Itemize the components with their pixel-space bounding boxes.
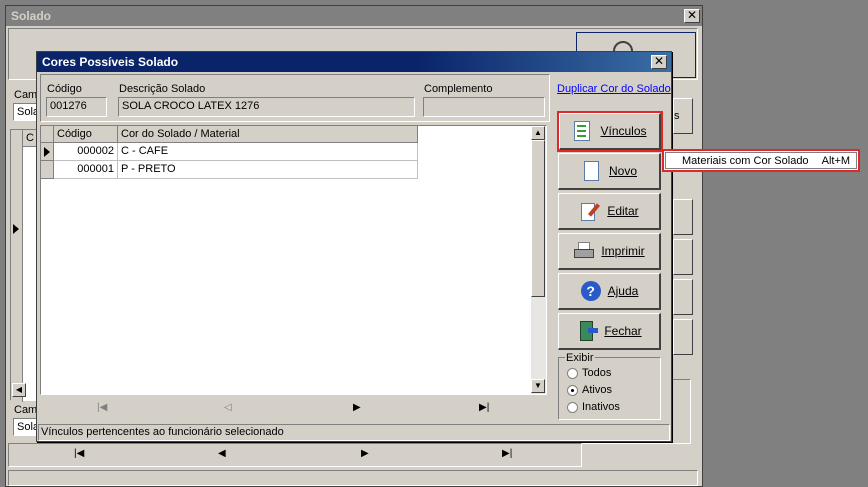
fechar-label: Fechar bbox=[604, 324, 642, 338]
bg-nav-first-button[interactable]: |◀ bbox=[74, 448, 84, 459]
bg-status-bar bbox=[8, 470, 698, 486]
help-icon: ? bbox=[580, 280, 602, 302]
radio-todos[interactable]: Todos bbox=[567, 367, 611, 379]
novo-label: Novo bbox=[608, 164, 637, 178]
row-indicator bbox=[41, 161, 54, 179]
complemento-label: Complemento bbox=[424, 83, 493, 95]
bg-nav-bar bbox=[8, 443, 582, 467]
codigo-field: 001276 bbox=[46, 97, 107, 117]
radio-inativos[interactable]: Inativos bbox=[567, 401, 620, 413]
grid-header-codigo[interactable]: Código bbox=[54, 126, 118, 143]
codigo-value: 001276 bbox=[50, 100, 87, 112]
radio-ativos-label: Ativos bbox=[582, 384, 612, 396]
dialog-titlebar: Cores Possíveis Solado bbox=[37, 52, 671, 72]
row-indicator bbox=[41, 143, 54, 161]
radio-ativos-icon bbox=[567, 384, 578, 396]
codigo-label: Código bbox=[47, 83, 82, 95]
checklist-icon bbox=[572, 120, 594, 142]
bg-partial-button-label: s bbox=[674, 110, 680, 122]
bg-nav-prev-button[interactable]: ◀ bbox=[218, 448, 226, 459]
dialog-title: Cores Possíveis Solado bbox=[42, 55, 179, 69]
descricao-value: SOLA CROCO LATEX 1276 bbox=[122, 100, 260, 112]
cores-grid[interactable]: Código Cor do Solado / Material 000002 C… bbox=[40, 125, 547, 395]
grid-header-cor[interactable]: Cor do Solado / Material bbox=[118, 126, 418, 143]
close-icon: ✕ bbox=[653, 54, 665, 68]
exit-door-icon bbox=[576, 320, 599, 342]
table-row-1-cor[interactable]: C - CAFE bbox=[118, 143, 418, 161]
nav-last-button[interactable]: ▶| bbox=[479, 402, 489, 413]
cores-dialog: Cores Possíveis Solado ✕ Código 001276 D… bbox=[36, 51, 672, 442]
table-row-2-cor[interactable]: P - PRETO bbox=[118, 161, 418, 179]
radio-todos-icon bbox=[567, 367, 578, 379]
radio-ativos[interactable]: Ativos bbox=[567, 384, 612, 396]
table-row-2-codigo[interactable]: 000001 bbox=[54, 161, 118, 179]
scroll-up-button[interactable]: ▲ bbox=[531, 126, 545, 140]
imprimir-label: Imprimir bbox=[601, 244, 645, 258]
descricao-label: Descrição Solado bbox=[119, 83, 206, 95]
complemento-field bbox=[423, 97, 545, 117]
row-pointer-icon bbox=[44, 147, 50, 157]
close-icon: ✕ bbox=[686, 8, 698, 22]
table-row-1-codigo[interactable]: 000002 bbox=[54, 143, 118, 161]
descricao-field: SOLA CROCO LATEX 1276 bbox=[118, 97, 415, 117]
editar-button[interactable]: Editar bbox=[558, 193, 661, 230]
popup-menu-item-materiais[interactable]: Materiais com Cor Solado Alt+M bbox=[665, 152, 857, 169]
novo-button[interactable]: Novo bbox=[558, 153, 661, 190]
scroll-thumb[interactable] bbox=[531, 140, 545, 297]
bg-scroll-left-button[interactable]: ◀ bbox=[12, 383, 26, 397]
bg-partial-button-1[interactable]: s bbox=[673, 98, 693, 134]
edit-pencil-icon bbox=[579, 200, 601, 222]
vinculos-label: Vínculos bbox=[600, 124, 647, 138]
printer-icon bbox=[573, 240, 595, 262]
bg-partial-button-4[interactable] bbox=[673, 279, 693, 315]
bg-window-title: Solado bbox=[11, 9, 52, 23]
bg-close-button[interactable]: ✕ bbox=[684, 9, 700, 23]
editar-label: Editar bbox=[607, 204, 639, 218]
status-text: Vínculos pertencentes ao funcionário sel… bbox=[41, 426, 284, 438]
fechar-button[interactable]: Fechar bbox=[558, 313, 661, 350]
bg-field-label-1: Cam bbox=[14, 89, 38, 101]
bg-nav-last-button[interactable]: ▶| bbox=[502, 448, 512, 459]
dialog-status-bar: Vínculos pertencentes ao funcionário sel… bbox=[38, 424, 670, 441]
nav-next-button[interactable]: ▶ bbox=[353, 402, 361, 413]
popup-menu-item-label: Materiais com Cor Solado bbox=[682, 155, 809, 167]
row-pointer-icon bbox=[13, 224, 19, 234]
bg-partial-button-2[interactable] bbox=[673, 199, 693, 235]
popup-menu-item-shortcut: Alt+M bbox=[821, 155, 851, 167]
exibir-legend: Exibir bbox=[565, 352, 595, 364]
nav-prev-button[interactable]: ◁ bbox=[224, 402, 232, 413]
imprimir-button[interactable]: Imprimir bbox=[558, 233, 661, 270]
bg-partial-button-5[interactable] bbox=[673, 319, 693, 355]
bg-field-label-2: Cam bbox=[14, 404, 38, 416]
radio-todos-label: Todos bbox=[582, 367, 612, 379]
radio-inativos-label: Inativos bbox=[582, 401, 620, 413]
new-document-icon bbox=[581, 160, 603, 182]
ajuda-label: Ajuda bbox=[607, 284, 639, 298]
ajuda-button[interactable]: ? Ajuda bbox=[558, 273, 661, 310]
bg-partial-button-3[interactable] bbox=[673, 239, 693, 275]
bg-titlebar: Solado bbox=[6, 6, 702, 26]
grid-scrollbar[interactable]: ▲ ▼ bbox=[531, 126, 546, 394]
dialog-close-button[interactable]: ✕ bbox=[651, 55, 667, 69]
grid-corner bbox=[41, 126, 54, 143]
popup-menu-highlight: Materiais com Cor Solado Alt+M bbox=[662, 149, 860, 172]
bg-nav-next-button[interactable]: ▶ bbox=[361, 448, 369, 459]
scroll-down-button[interactable]: ▼ bbox=[531, 379, 545, 393]
vinculos-button[interactable]: Vínculos bbox=[559, 113, 661, 150]
nav-first-button[interactable]: |◀ bbox=[97, 402, 107, 413]
radio-inativos-icon bbox=[567, 401, 578, 413]
duplicar-cor-link[interactable]: Duplicar Cor do Solado bbox=[557, 83, 671, 95]
